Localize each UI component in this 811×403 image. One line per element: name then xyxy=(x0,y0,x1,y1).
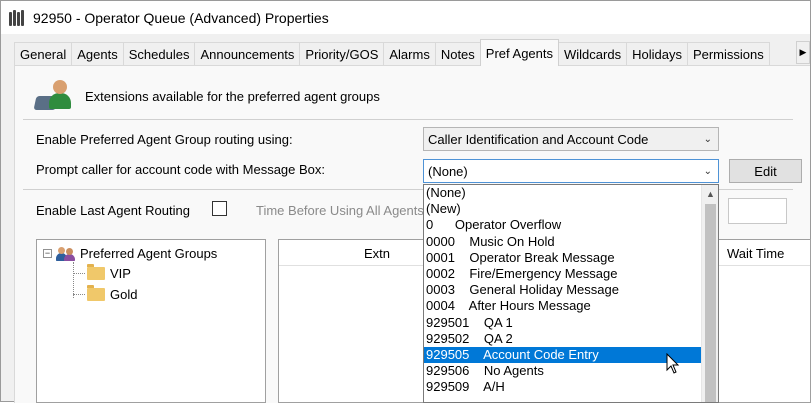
chevron-down-icon: ⌄ xyxy=(703,166,712,177)
edit-button[interactable]: Edit xyxy=(729,159,802,183)
window-title: 92950 - Operator Queue (Advanced) Proper… xyxy=(33,9,329,26)
last-agent-checkbox[interactable] xyxy=(212,201,227,216)
mouse-cursor-icon xyxy=(666,352,680,378)
dropdown-option[interactable]: 0004 After Hours Message xyxy=(424,298,703,314)
dropdown-options: (None) (New) 0 Operator Overflow 0000 Mu… xyxy=(424,185,703,395)
folder-icon xyxy=(87,285,105,301)
tab-announcements[interactable]: Announcements xyxy=(194,42,301,65)
last-agent-label: Enable Last Agent Routing xyxy=(36,203,190,218)
dropdown-option[interactable]: 929509 A/H xyxy=(424,379,703,395)
scroll-thumb[interactable] xyxy=(705,204,716,402)
routing-label: Enable Preferred Agent Group routing usi… xyxy=(36,132,293,147)
tab-wildcards[interactable]: Wildcards xyxy=(558,42,628,65)
divider xyxy=(23,119,793,120)
app-icon xyxy=(9,9,25,26)
tab-general[interactable]: General xyxy=(14,42,73,65)
tab-alarms[interactable]: Alarms xyxy=(383,42,436,65)
dropdown-option[interactable]: 929506 No Agents xyxy=(424,363,703,379)
tree-root[interactable]: − Preferred Agent Groups xyxy=(43,246,217,261)
header-text: Extensions available for the preferred a… xyxy=(85,88,380,104)
tab-agents[interactable]: Agents xyxy=(71,42,124,65)
prompt-select[interactable]: (None) ⌄ xyxy=(423,159,719,183)
scroll-up-icon[interactable]: ▲ xyxy=(702,185,718,202)
prompt-label: Prompt caller for account code with Mess… xyxy=(36,162,326,177)
tree-item-vip[interactable]: VIP xyxy=(73,264,131,281)
tree-item-label: VIP xyxy=(110,266,131,281)
tab-notes[interactable]: Notes xyxy=(434,42,481,65)
chevron-down-icon: ⌄ xyxy=(703,134,712,145)
dropdown-option[interactable]: 0 Operator Overflow xyxy=(424,217,703,233)
pref-agents-panel: Extensions available for the preferred a… xyxy=(14,66,811,403)
prompt-select-value: (None) xyxy=(428,163,468,179)
dropdown-option[interactable]: 929502 QA 2 xyxy=(424,331,703,347)
dropdown-option[interactable]: 0003 General Holiday Message xyxy=(424,282,703,298)
agent-phone-icon xyxy=(33,78,73,114)
dropdown-option[interactable]: 0000 Music On Hold xyxy=(424,234,703,250)
dropdown-option[interactable]: 929501 QA 1 xyxy=(424,315,703,331)
tab-pref-agents[interactable]: Pref Agents xyxy=(479,39,560,66)
group-icon xyxy=(56,246,76,261)
tree-root-label: Preferred Agent Groups xyxy=(80,246,218,261)
dropdown-option[interactable]: 0001 Operator Break Message xyxy=(424,250,703,266)
dropdown-option[interactable]: (None) xyxy=(424,185,703,201)
properties-window: 92950 - Operator Queue (Advanced) Proper… xyxy=(0,0,811,403)
routing-select[interactable]: Caller Identification and Account Code ⌄ xyxy=(423,127,719,151)
agent-groups-tree[interactable]: − Preferred Agent Groups VIP Gold xyxy=(36,239,266,403)
dropdown-option[interactable]: 0002 Fire/Emergency Message xyxy=(424,266,703,282)
tab-priority-gos[interactable]: Priority/GOS xyxy=(299,42,385,65)
tree-item-gold[interactable]: Gold xyxy=(73,285,138,302)
tab-holidays[interactable]: Holidays xyxy=(626,42,688,65)
tab-permissions[interactable]: Permissions xyxy=(686,42,770,65)
dropdown-option[interactable]: (New) xyxy=(424,201,703,217)
tab-strip: General Agents Schedules Announcements P… xyxy=(14,39,810,66)
time-before-input[interactable] xyxy=(728,198,787,224)
time-before-label: Time Before Using All Agents xyxy=(256,203,424,218)
tree-item-label: Gold xyxy=(110,287,138,302)
column-header-extn[interactable]: Extn xyxy=(364,240,390,266)
column-header-wait-time[interactable]: Wait Time xyxy=(727,240,784,266)
routing-select-value: Caller Identification and Account Code xyxy=(428,131,649,147)
tab-scroll-right-icon[interactable]: ▶ xyxy=(796,41,810,64)
collapse-icon[interactable]: − xyxy=(43,249,52,258)
tab-schedules[interactable]: Schedules xyxy=(122,42,196,65)
dropdown-option-selected[interactable]: 929505 Account Code Entry xyxy=(424,346,703,364)
title-bar: 92950 - Operator Queue (Advanced) Proper… xyxy=(1,1,810,34)
panel-header: Extensions available for the preferred a… xyxy=(33,78,380,114)
dropdown-scrollbar[interactable]: ▲ xyxy=(701,185,718,402)
folder-icon xyxy=(87,264,105,280)
